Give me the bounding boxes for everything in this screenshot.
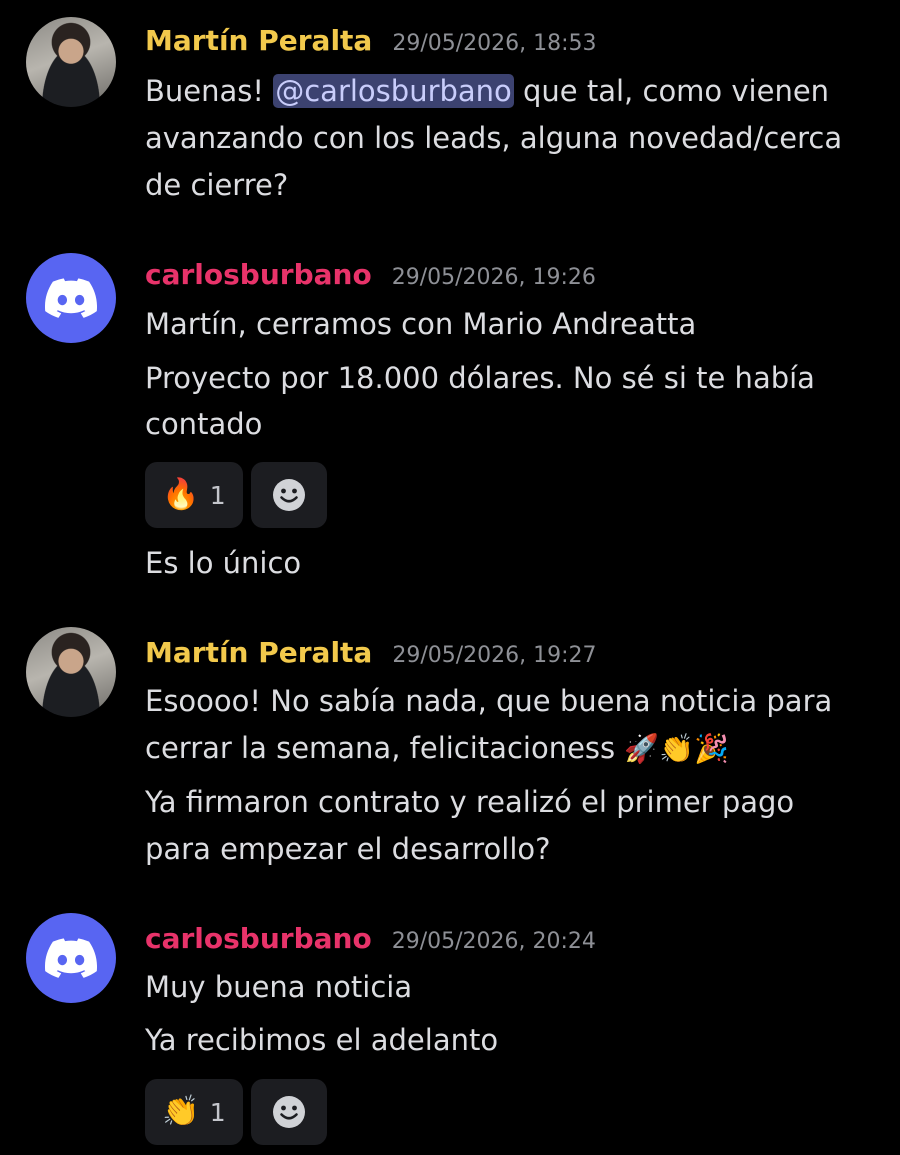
message-text: Muy buena noticia	[145, 970, 413, 1004]
rocket-clap-party-icon: 🚀👏🎉	[624, 732, 729, 765]
reactions-bar: 🔥 1	[145, 462, 327, 528]
avatar[interactable]	[26, 627, 116, 717]
message-text: para empezar el desarrollo?	[145, 832, 551, 866]
username[interactable]: carlosburbano	[145, 258, 372, 291]
reaction-count: 1	[209, 480, 226, 510]
username[interactable]: carlosburbano	[145, 922, 372, 955]
message-text: Martín, cerramos con Mario Andreatta	[145, 307, 697, 341]
username[interactable]: Martín Peralta	[145, 636, 372, 669]
reaction-count: 1	[209, 1097, 226, 1127]
message-text: contado	[145, 407, 263, 441]
reaction-clap[interactable]: 👏 1	[145, 1079, 243, 1145]
username[interactable]: Martín Peralta	[145, 24, 372, 57]
message-header: carlosburbano 29/05/2026, 20:24	[145, 922, 596, 955]
text-segment: cerrar la semana, felicitacioness	[145, 731, 625, 765]
discord-logo-icon	[45, 938, 97, 978]
message-text: cerrar la semana, felicitacioness 🚀👏🎉	[145, 725, 729, 772]
message-header: Martín Peralta 29/05/2026, 18:53	[145, 24, 597, 57]
smiley-icon	[273, 479, 305, 511]
text-segment: Buenas!	[145, 74, 274, 108]
avatar[interactable]	[26, 253, 116, 343]
message-text: Es lo único	[145, 546, 302, 580]
timestamp: 29/05/2026, 19:27	[392, 643, 597, 668]
reactions-bar: 👏 1	[145, 1079, 327, 1145]
avatar[interactable]	[26, 17, 116, 107]
clapping-hands-icon: 👏	[162, 1094, 200, 1129]
discord-logo-icon	[45, 278, 97, 318]
message-header: Martín Peralta 29/05/2026, 19:27	[145, 636, 597, 669]
message-text: Proyecto por 18.000 dólares. No sé si te…	[145, 361, 815, 395]
text-segment: que tal, como vienen	[513, 74, 830, 108]
add-reaction-button[interactable]	[251, 1079, 327, 1145]
user-mention[interactable]: @carlosburbano	[273, 74, 514, 108]
timestamp: 29/05/2026, 18:53	[392, 31, 597, 56]
avatar[interactable]	[26, 913, 116, 1003]
message-text: Ya firmaron contrato y realizó el primer…	[145, 785, 795, 819]
timestamp: 29/05/2026, 19:26	[391, 265, 596, 290]
message-header: carlosburbano 29/05/2026, 19:26	[145, 258, 596, 291]
message-text: de cierre?	[145, 168, 289, 202]
message-text: Esoooo! No sabía nada, que buena noticia…	[145, 684, 833, 718]
message-text: Buenas! @carlosburbano que tal, como vie…	[145, 68, 829, 115]
add-reaction-button[interactable]	[251, 462, 327, 528]
message-text: avanzando con los leads, alguna novedad/…	[145, 121, 843, 155]
message-text: Ya recibimos el adelanto	[145, 1023, 499, 1057]
fire-icon: 🔥	[162, 477, 200, 512]
smiley-icon	[273, 1096, 305, 1128]
reaction-fire[interactable]: 🔥 1	[145, 462, 243, 528]
timestamp: 29/05/2026, 20:24	[391, 929, 596, 954]
